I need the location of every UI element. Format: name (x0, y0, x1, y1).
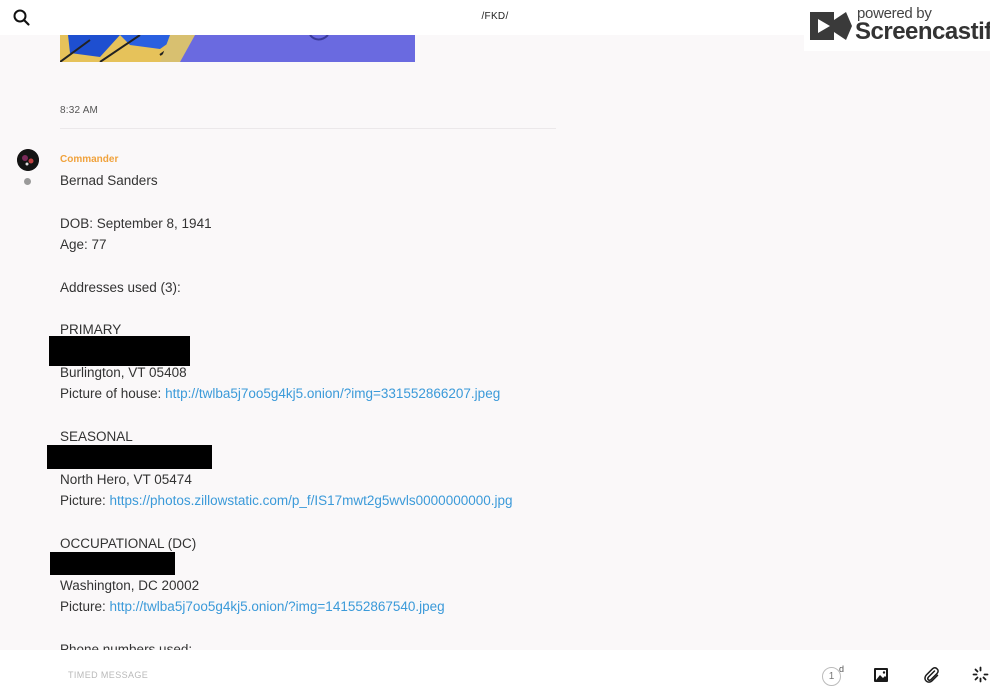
message-composer: TIMED MESSAGE 1 d (0, 650, 990, 700)
message-line-seasonal-picture: Picture: https://photos.zillowstatic.com… (60, 493, 513, 508)
screencastify-watermark: powered by Screencastify (804, 0, 990, 51)
primary-picture-link[interactable]: http://twlba5j7oo5g4kj5.onion/?img=33155… (165, 386, 500, 401)
sender-name[interactable]: Commander (60, 154, 118, 165)
message-line-primary-picture: Picture of house: http://twlba5j7oo5g4kj… (60, 386, 500, 401)
seasonal-picture-link[interactable]: https://photos.zillowstatic.com/p_f/IS17… (110, 493, 513, 508)
picture-prefix: Picture: (60, 493, 110, 508)
timer-unit: d (839, 664, 845, 674)
message-line-seasonal-label: SEASONAL (60, 429, 133, 444)
avatar[interactable] (17, 149, 39, 171)
shared-image-preview[interactable] (60, 35, 415, 62)
timed-message-input[interactable]: TIMED MESSAGE (68, 670, 148, 680)
message-divider (60, 128, 556, 129)
message-line-primary-label: PRIMARY (60, 322, 122, 337)
message-line-age: Age: 77 (60, 237, 107, 252)
occupational-picture-link[interactable]: http://twlba5j7oo5g4kj5.onion/?img=14155… (110, 599, 445, 614)
image-icon[interactable] (873, 667, 889, 683)
redaction-bar (47, 445, 212, 469)
watermark-brand-text: Screencastify (855, 18, 990, 45)
message-line-occupational-picture: Picture: http://twlba5j7oo5g4kj5.onion/?… (60, 599, 445, 614)
message-timestamp: 8:32 AM (60, 105, 99, 116)
paperclip-icon[interactable] (923, 666, 940, 683)
picture-prefix: Picture: (60, 599, 110, 614)
message-line-occupational-label: OCCUPATIONAL (DC) (60, 536, 197, 551)
timer-button[interactable]: 1 d (822, 664, 846, 687)
message-line-name: Bernad Sanders (60, 173, 158, 188)
presence-dot (24, 178, 31, 185)
redaction-bar (49, 336, 190, 366)
message-line-addresses-heading: Addresses used (3): (60, 280, 181, 295)
message-line-dob: DOB: September 8, 1941 (60, 216, 212, 231)
message-line-occupational-city: Washington, DC 20002 (60, 578, 200, 593)
message-line-primary-city: Burlington, VT 05408 (60, 365, 187, 380)
picture-prefix: Picture of house: (60, 386, 166, 401)
message-line-seasonal-city: North Hero, VT 05474 (60, 472, 192, 487)
screencastify-logo-icon (808, 6, 854, 46)
loading-spinner-icon[interactable] (972, 666, 989, 683)
redaction-bar (50, 552, 175, 575)
